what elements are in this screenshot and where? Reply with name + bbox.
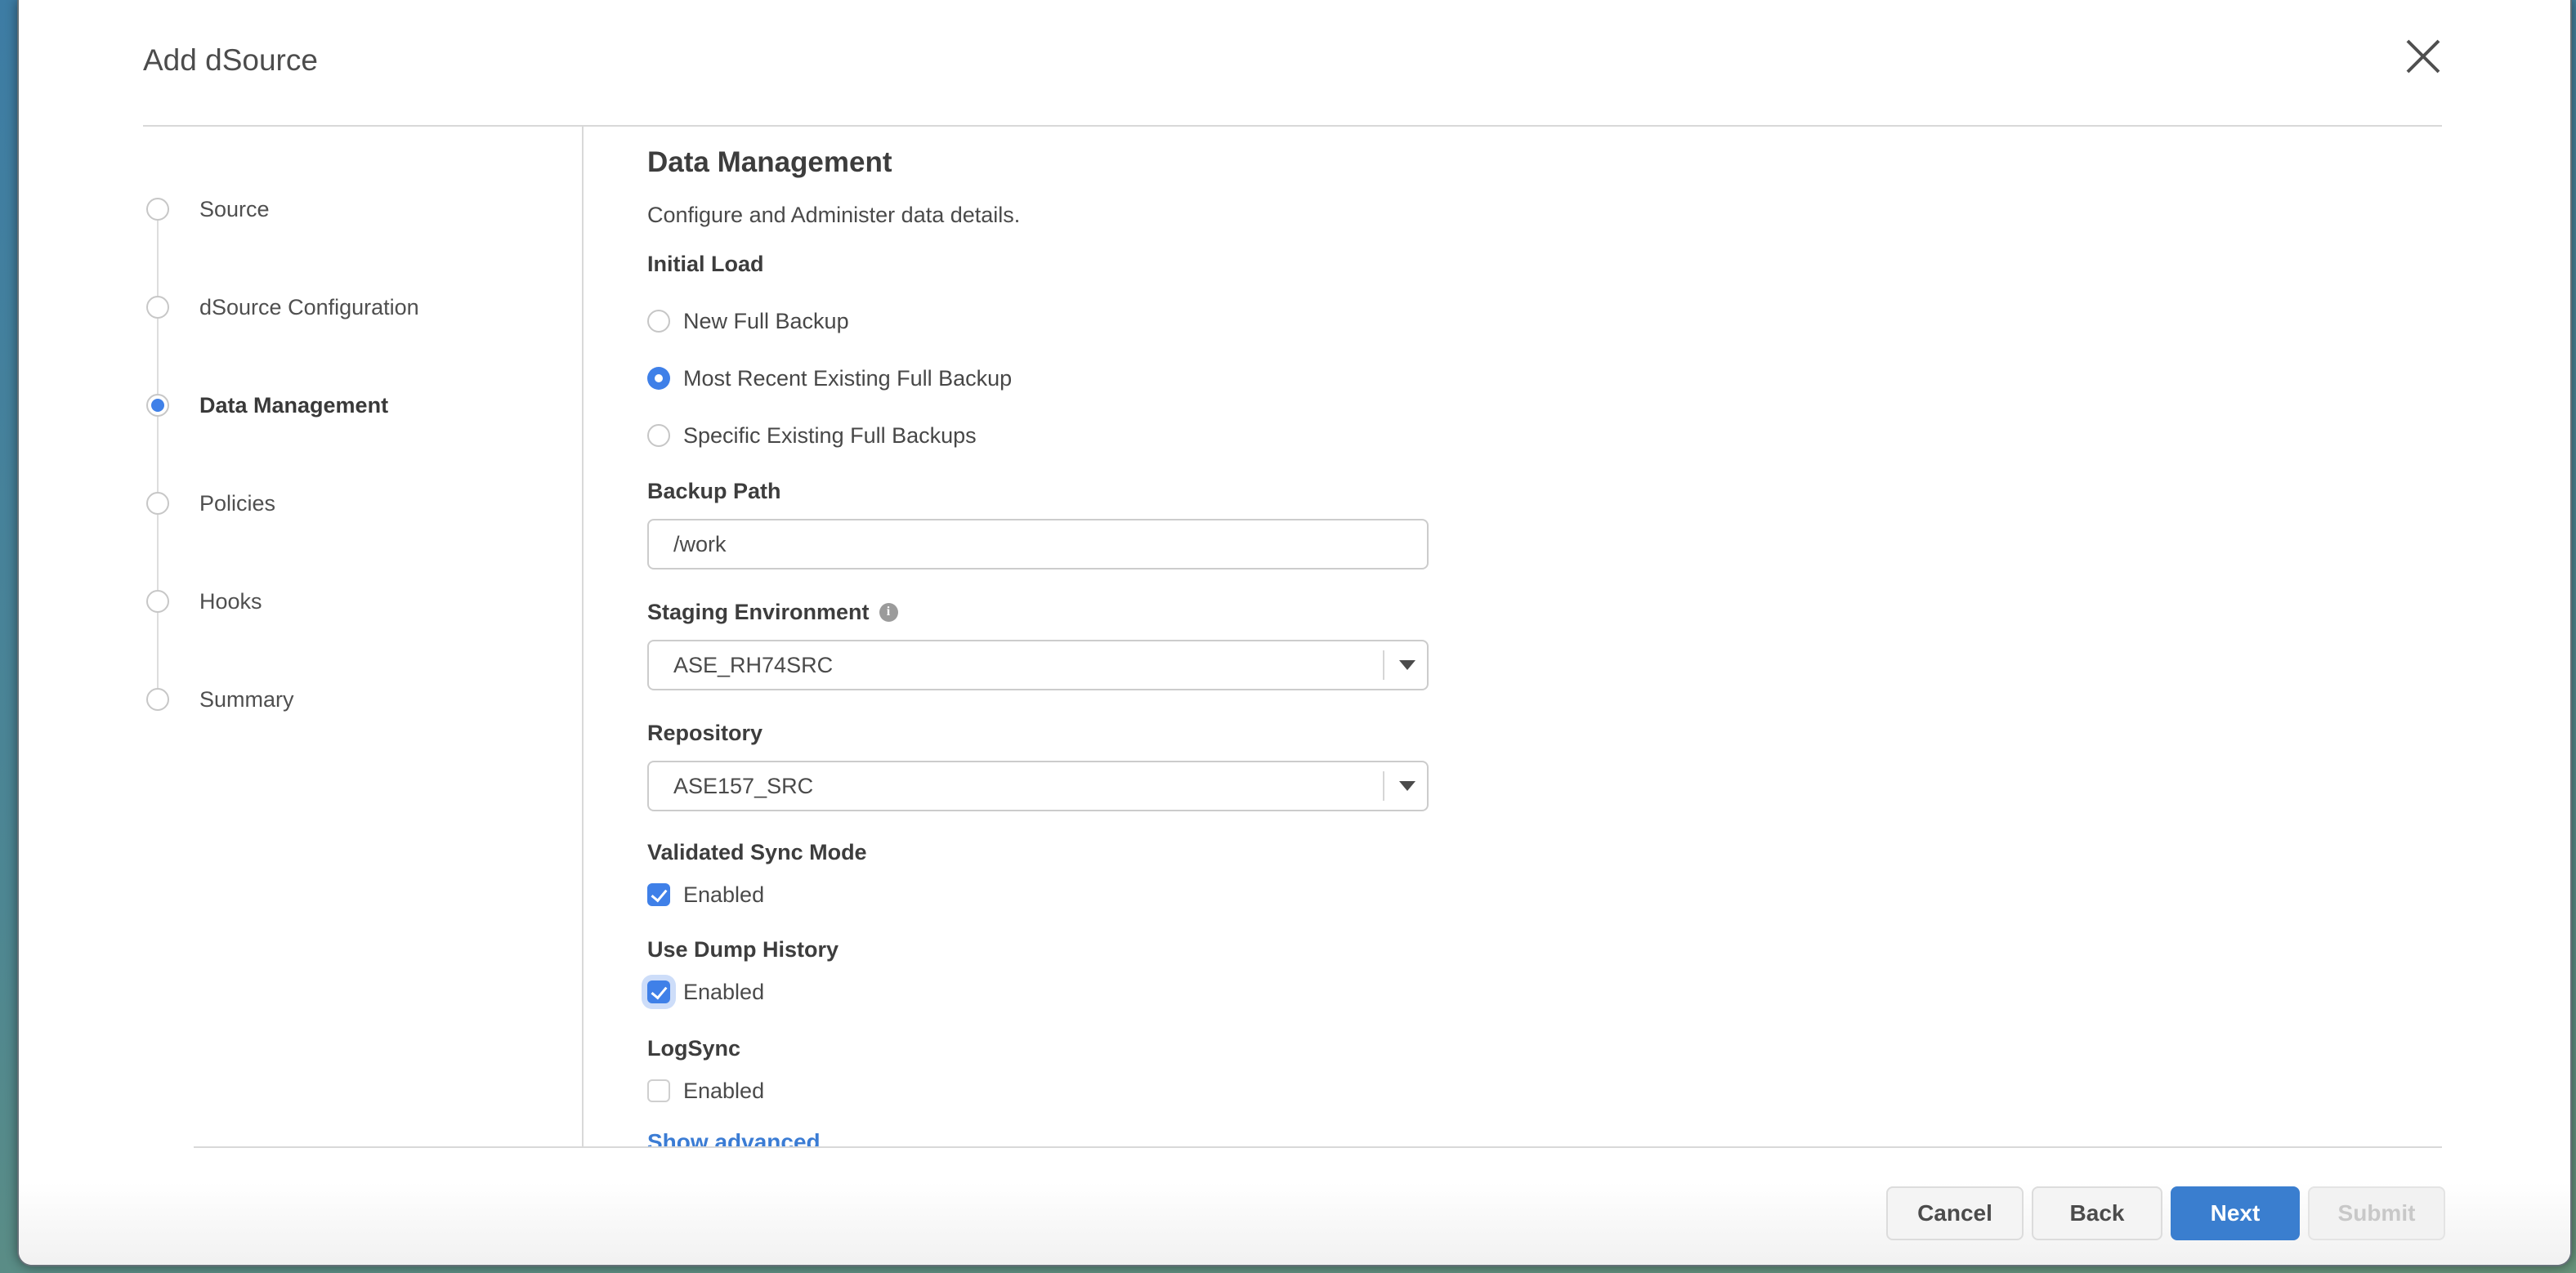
- wizard-step-nav: Source dSource Configuration Data Manage…: [19, 127, 584, 1146]
- info-icon[interactable]: i: [879, 603, 898, 622]
- validated-sync-mode-checkbox[interactable]: Enabled: [647, 881, 2570, 909]
- repository-label: Repository: [647, 720, 2570, 746]
- repository-dropdown[interactable]: ASE157_SRC: [647, 761, 1429, 811]
- wizard-step-summary[interactable]: Summary: [19, 650, 582, 748]
- chevron-down-icon: [1399, 781, 1415, 791]
- footer-buttons: Cancel Back Next Submit: [1886, 1186, 2445, 1240]
- wizard-step-label: Summary: [199, 686, 294, 712]
- cancel-button[interactable]: Cancel: [1886, 1186, 2024, 1240]
- show-advanced-link[interactable]: Show advanced: [647, 1129, 821, 1146]
- radio-label: Most Recent Existing Full Backup: [683, 366, 1012, 391]
- radio-unselected-icon: [647, 424, 670, 447]
- modal-title: Add dSource: [143, 42, 318, 78]
- validated-sync-mode-label: Validated Sync Mode: [647, 839, 2570, 865]
- checkbox-checked-icon: [647, 883, 670, 906]
- submit-button[interactable]: Submit: [2308, 1186, 2445, 1240]
- radio-new-full-backup[interactable]: New Full Backup: [647, 306, 2570, 336]
- footer-divider: [194, 1146, 2442, 1148]
- staging-environment-label: Staging Environment i: [647, 599, 2570, 625]
- step-circle-icon: [146, 590, 169, 613]
- wizard-step-label: Policies: [199, 490, 275, 516]
- step-circle-icon: [146, 296, 169, 319]
- repository-value: ASE157_SRC: [673, 774, 813, 799]
- wizard-step-dsource-configuration[interactable]: dSource Configuration: [19, 258, 582, 356]
- chevron-down-icon: [1399, 660, 1415, 670]
- use-dump-history-checkbox[interactable]: Enabled: [647, 978, 2570, 1006]
- close-icon: [2404, 38, 2442, 78]
- use-dump-history-label: Use Dump History: [647, 936, 2570, 963]
- dropdown-divider: [1383, 771, 1384, 801]
- wizard-step-label: Data Management: [199, 392, 388, 418]
- modal-header: Add dSource: [19, 0, 2570, 127]
- data-management-form: Data Management Configure and Administer…: [584, 127, 2570, 1146]
- logsync-checkbox[interactable]: Enabled: [647, 1077, 2570, 1105]
- step-circle-icon: [146, 198, 169, 221]
- staging-environment-dropdown[interactable]: ASE_RH74SRC: [647, 640, 1429, 690]
- dropdown-divider: [1383, 650, 1384, 680]
- step-circle-icon: [146, 492, 169, 515]
- step-circle-icon: [146, 688, 169, 711]
- wizard-step-label: dSource Configuration: [199, 294, 419, 320]
- checkbox-checked-icon: [647, 980, 670, 1003]
- radio-label: New Full Backup: [683, 309, 849, 334]
- checkbox-unchecked-icon: [647, 1079, 670, 1102]
- header-divider: [143, 125, 2442, 127]
- wizard-step-policies[interactable]: Policies: [19, 454, 582, 552]
- radio-most-recent-existing-full-backup[interactable]: Most Recent Existing Full Backup: [647, 364, 2570, 393]
- wizard-step-data-management[interactable]: Data Management: [19, 356, 582, 454]
- wizard-step-label: Hooks: [199, 588, 262, 614]
- checkbox-label: Enabled: [683, 882, 764, 908]
- staging-environment-label-text: Staging Environment: [647, 599, 870, 625]
- modal-footer: Cancel Back Next Submit: [19, 1146, 2570, 1266]
- next-button[interactable]: Next: [2171, 1186, 2300, 1240]
- initial-load-radio-group: New Full Backup Most Recent Existing Ful…: [647, 306, 2570, 450]
- wizard-step-source[interactable]: Source: [19, 160, 582, 258]
- radio-selected-icon: [647, 367, 670, 390]
- checkbox-label: Enabled: [683, 980, 764, 1005]
- staging-environment-value: ASE_RH74SRC: [673, 653, 833, 678]
- back-button[interactable]: Back: [2032, 1186, 2162, 1240]
- radio-label: Specific Existing Full Backups: [683, 423, 977, 449]
- step-circle-active-icon: [146, 394, 169, 417]
- logsync-label: LogSync: [647, 1035, 2570, 1061]
- backup-path-input[interactable]: [647, 519, 1429, 570]
- radio-unselected-icon: [647, 310, 670, 333]
- page-title: Data Management: [647, 145, 2570, 180]
- wizard-step-hooks[interactable]: Hooks: [19, 552, 582, 650]
- checkbox-label: Enabled: [683, 1079, 764, 1104]
- radio-specific-existing-full-backups[interactable]: Specific Existing Full Backups: [647, 421, 2570, 450]
- wizard-step-label: Source: [199, 196, 270, 222]
- backup-path-label: Backup Path: [647, 478, 2570, 504]
- initial-load-label: Initial Load: [647, 251, 2570, 277]
- page-subtitle: Configure and Administer data details.: [647, 202, 2570, 228]
- close-button[interactable]: [2399, 33, 2448, 82]
- add-dsource-modal: Add dSource Source dSource Configuration: [17, 0, 2572, 1266]
